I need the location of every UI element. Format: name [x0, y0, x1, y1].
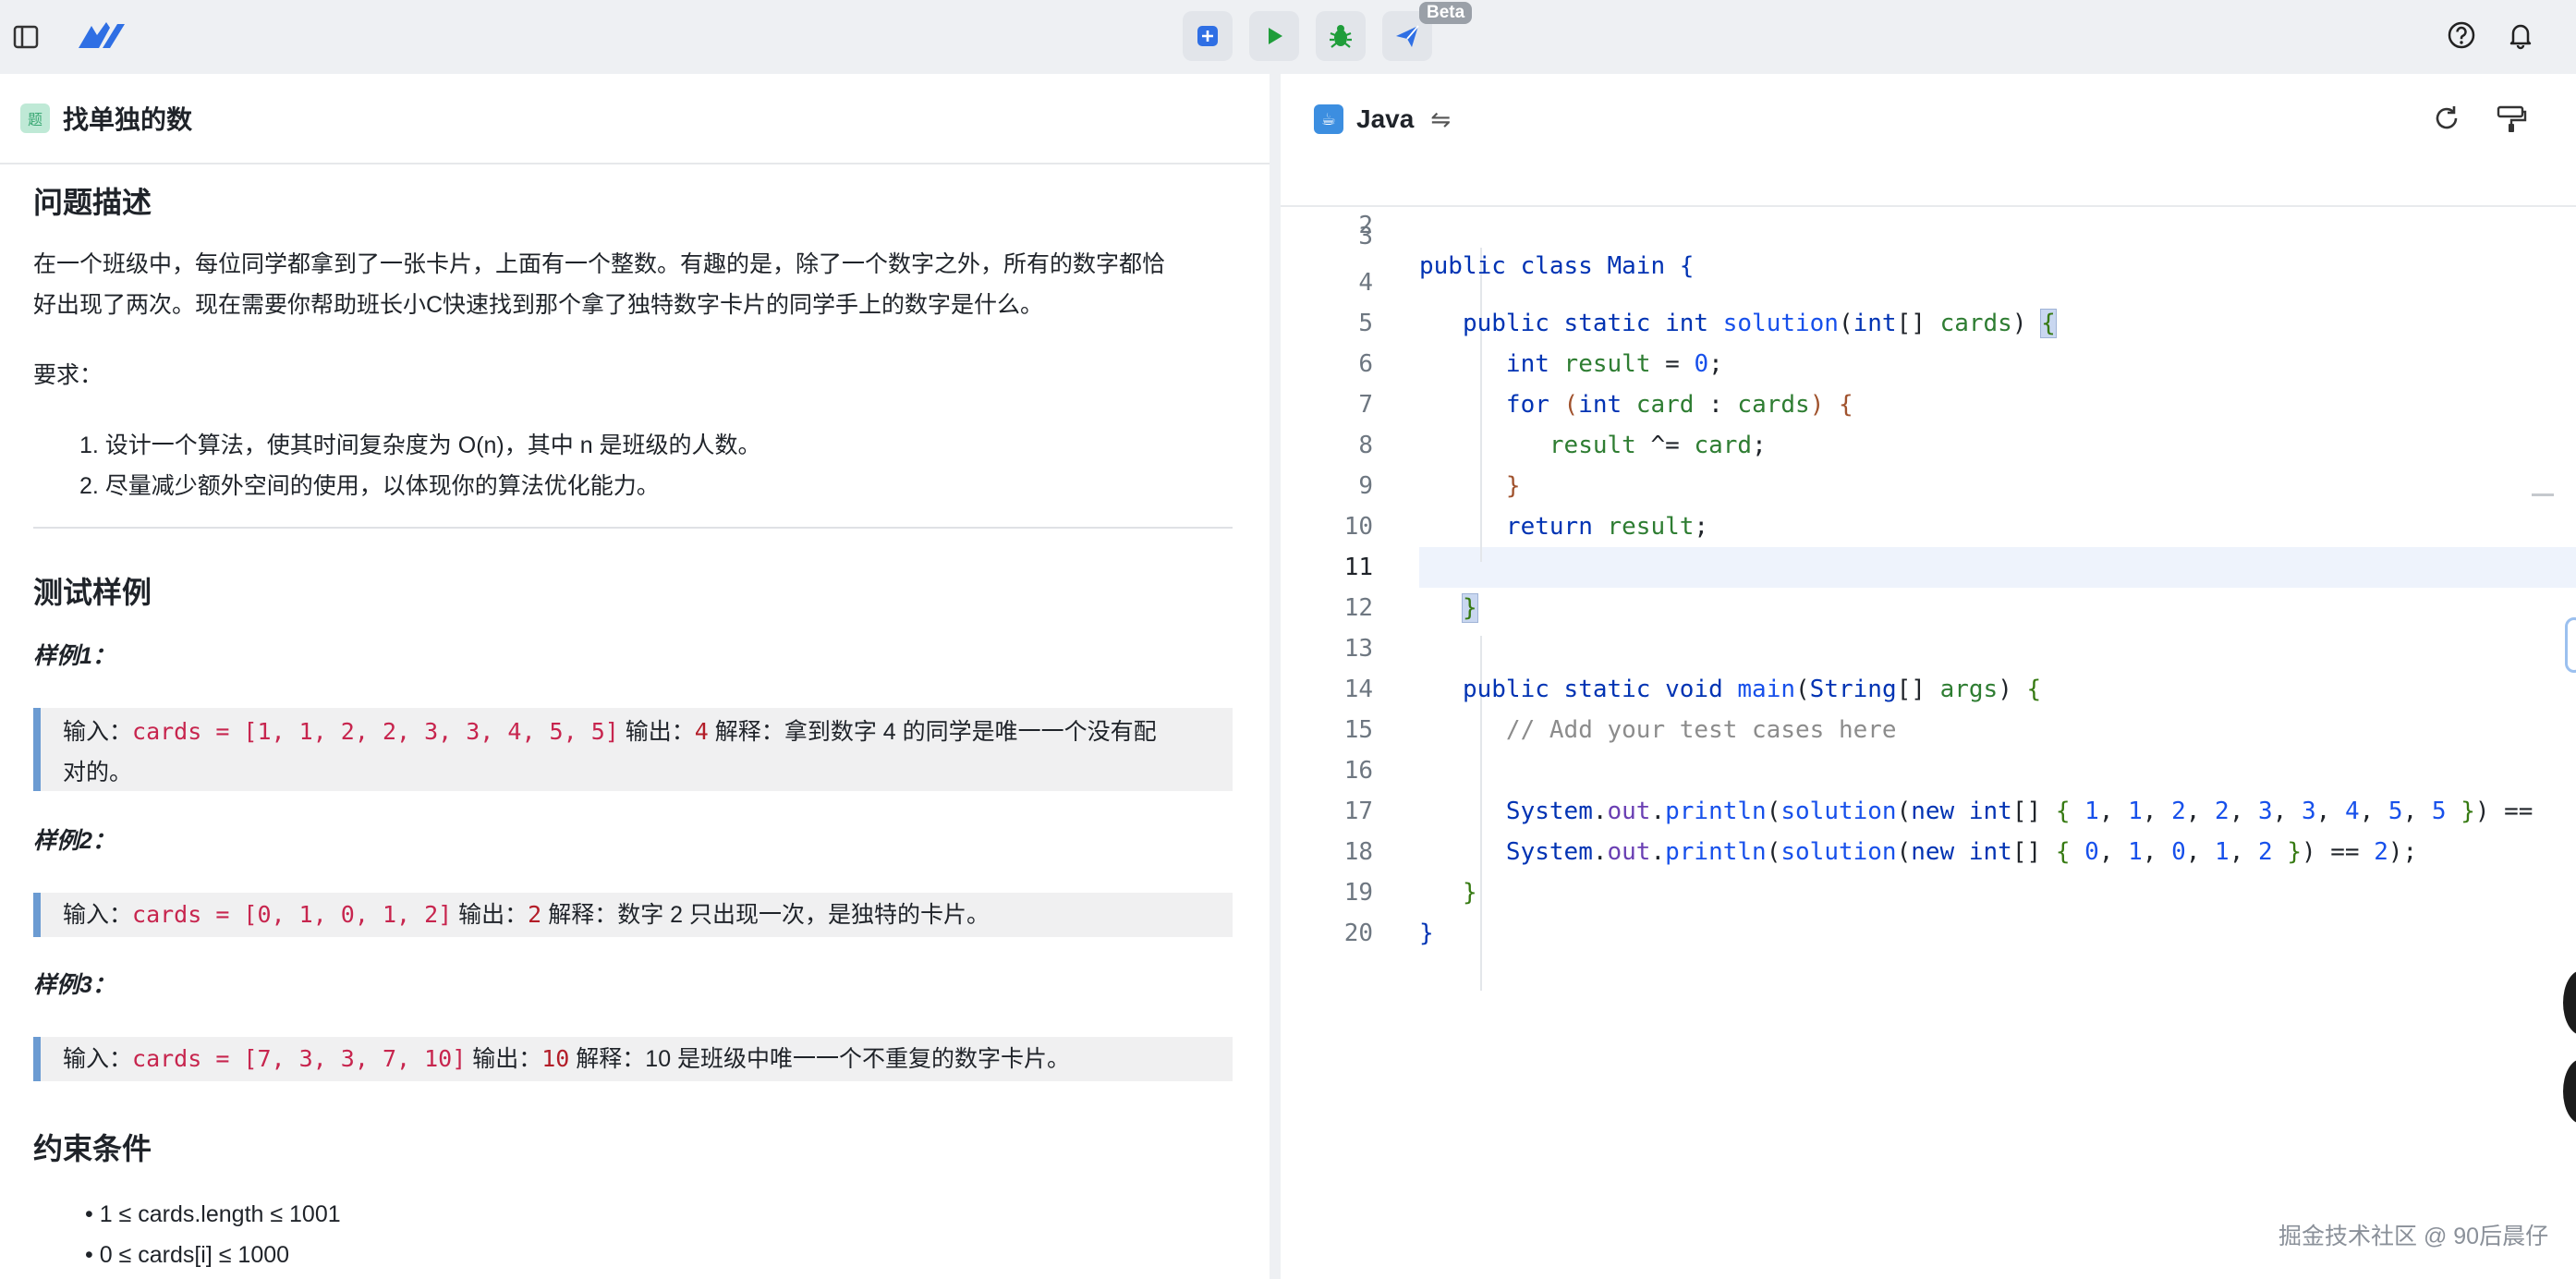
output-label: 输出：	[625, 719, 695, 745]
example-input: cards = [0, 1, 0, 1, 2]	[132, 901, 453, 928]
example-2-block: 输入：cards = [0, 1, 0, 1, 2] 输出：2 解释：数字 2 …	[33, 893, 1233, 937]
requirements-label: 要求：	[33, 362, 103, 388]
code-editor-panel: ☕ Java ⇋ 2 public class Main { 3 4 publi…	[1281, 74, 2576, 1279]
code-line: 13 public static void main(String[] args…	[1281, 588, 2576, 703]
description-line-2: 好出现了两次。现在需要你帮助班长小C快速找到那个拿了独特数字卡片的同学手上的数字…	[33, 292, 1044, 318]
code-line: 14 // Add your test cases here	[1281, 628, 2576, 744]
java-language-icon: ☕	[1314, 104, 1343, 134]
notification-bell-icon[interactable]	[2500, 15, 2541, 55]
example-output: 2	[528, 901, 542, 928]
code-line: 18 }	[1281, 791, 2576, 907]
watermark: 掘金技术社区 @ 90后晨仔	[2278, 1224, 2549, 1249]
example-explanation: 10 是班级中唯一一个不重复的数字卡片。	[645, 1046, 1071, 1072]
play-icon	[1269, 28, 1282, 44]
code-editor[interactable]: 2 public class Main { 3 4 public static …	[1281, 164, 2576, 1279]
example-title: 样例2：	[33, 828, 115, 854]
explain-label: 解释：	[548, 902, 618, 928]
constraint-item: • 0 ≤ cards[i] ≤ 1000	[85, 1242, 290, 1268]
editor-header: ☕ Java ⇋	[1281, 74, 2576, 164]
code-line: 15	[1281, 669, 2576, 744]
example-3-block: 输入：cards = [7, 3, 3, 7, 10] 输出：10 解释：10 …	[33, 1037, 1233, 1081]
input-label: 输入：	[63, 719, 133, 745]
panel-resize-handle[interactable]	[2565, 617, 2576, 673]
description-line-1: 在一个班级中，每位同学都拿到了一张卡片，上面有一个整数。有趣的是，除了一个数字之…	[33, 251, 1166, 277]
example-title: 样例3：	[33, 972, 115, 998]
example-explanation: 拿到数字 4 的同学是唯一一个没有配	[784, 719, 1157, 745]
reset-code-icon[interactable]	[2430, 102, 2467, 139]
code-line: 5 int result = 0;	[1281, 262, 2576, 378]
code-line: 17 System.out.println(solution(new int[]…	[1281, 750, 2576, 866]
example-output: 10	[541, 1045, 570, 1072]
input-label: 输入：	[63, 902, 133, 928]
top-toolbar: Beta	[0, 0, 2576, 74]
code-line: 3	[1281, 192, 2576, 250]
constraints-heading: 约束条件	[33, 1132, 152, 1165]
example-output: 4	[694, 718, 709, 745]
input-label: 输入：	[63, 1046, 133, 1072]
beta-badge: Beta	[1419, 2, 1473, 24]
section-divider	[33, 527, 1233, 529]
code-line: 16 System.out.println(solution(new int[]…	[1281, 710, 2576, 825]
marscode-logo-icon[interactable]	[74, 13, 129, 57]
code-line: 7 result ^= card;	[1281, 344, 2576, 459]
code-line: 4 public static int solution(int[] cards…	[1281, 222, 2576, 338]
example-explanation: 数字 2 只出现一次，是独特的卡片。	[617, 902, 990, 928]
help-icon[interactable]	[2441, 15, 2482, 55]
paper-plane-icon	[1396, 25, 1419, 47]
problem-tab-header: 题 找单独的数	[0, 74, 1270, 164]
example-title: 样例1：	[33, 643, 115, 669]
code-line: 20	[1281, 872, 2576, 947]
problem-title[interactable]: 找单独的数	[63, 100, 192, 137]
constraint-text: 1 ≤ cards.length ≤ 1001	[99, 1201, 341, 1227]
output-label: 输出：	[458, 902, 529, 928]
debug-button[interactable]	[1316, 11, 1366, 61]
code-line: 12	[1281, 547, 2576, 622]
description-heading: 问题描述	[33, 186, 152, 219]
code-line: 19 }	[1281, 832, 2576, 947]
example-input: cards = [7, 3, 3, 7, 10]	[132, 1045, 467, 1072]
code-line: 11 }	[1281, 506, 2576, 623]
code-line: 6 for (int card : cards) {	[1281, 303, 2576, 419]
plus-square-icon	[1197, 26, 1218, 46]
requirement-item: 2. 尽量减少额外空间的使用，以体现你的算法优化能力。	[79, 473, 660, 499]
constraint-text: 0 ≤ cards[i] ≤ 1000	[99, 1242, 290, 1268]
explain-label: 解释：	[714, 719, 784, 745]
run-button[interactable]	[1249, 11, 1299, 61]
code-line: 9 return result;	[1281, 425, 2576, 541]
code-line: 10	[1281, 466, 2576, 541]
bug-icon	[1330, 25, 1352, 48]
language-switch-icon[interactable]: ⇋	[1430, 105, 1451, 134]
constraint-item: • 1 ≤ cards.length ≤ 1001	[85, 1201, 341, 1227]
add-testcase-button[interactable]	[1183, 11, 1233, 61]
line-number: 20	[1343, 920, 1373, 947]
output-label: 输出：	[472, 1046, 542, 1072]
example-input: cards = [1, 1, 2, 2, 3, 3, 4, 5, 5]	[132, 718, 619, 745]
problem-doc-icon: 题	[20, 104, 50, 133]
example-explanation-cont: 对的。	[63, 760, 133, 786]
code-line: 8 }	[1281, 384, 2576, 500]
examples-heading: 测试样例	[33, 576, 152, 609]
format-code-icon[interactable]	[2495, 102, 2532, 139]
language-label[interactable]: Java	[1356, 104, 1414, 134]
overview-ruler-marker	[2532, 493, 2554, 496]
requirement-item: 1. 设计一个算法，使其时间复杂度为 O(n)，其中 n 是班级的人数。	[79, 432, 761, 458]
problem-panel: 题 找单独的数 问题描述 在一个班级中，每位同学都拿到了一张卡片，上面有一个整数…	[0, 74, 1270, 1279]
explain-label: 解释：	[576, 1046, 646, 1072]
example-1-block: 输入：cards = [1, 1, 2, 2, 3, 3, 4, 5, 5] 输…	[33, 708, 1233, 791]
sidebar-toggle-icon[interactable]	[6, 17, 46, 57]
